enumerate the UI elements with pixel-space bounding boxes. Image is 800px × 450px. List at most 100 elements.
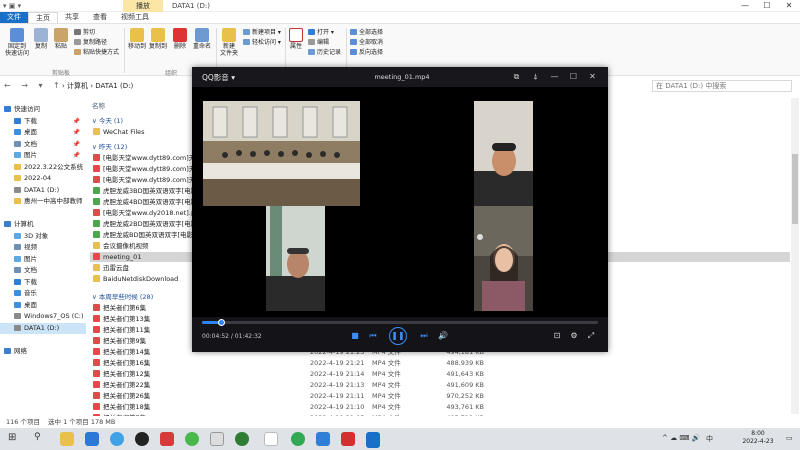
nav-item[interactable]: DATA1 (D:) xyxy=(0,322,86,334)
nav-item[interactable]: 3D 对象 xyxy=(0,231,86,242)
new-item-button[interactable]: 新建项目 ▾ xyxy=(243,29,281,36)
tab-play-context[interactable]: 播放 xyxy=(123,0,163,12)
browser-icon[interactable] xyxy=(110,432,124,446)
select-none-button[interactable]: 全部取消 xyxy=(350,39,383,46)
nav-item[interactable]: DATA1 (D:) xyxy=(0,185,86,196)
volume-icon[interactable]: 🔊 xyxy=(438,331,448,341)
ribbon-tab-3[interactable]: 查看 xyxy=(86,12,114,23)
pin-top-icon[interactable]: ⍋ xyxy=(526,70,545,84)
nav-item[interactable]: 视频 xyxy=(0,242,86,253)
previous-icon[interactable]: ⏮ xyxy=(368,331,378,341)
chrome-icon[interactable] xyxy=(235,432,249,446)
ribbon-tab-0[interactable]: 文件 xyxy=(0,12,28,23)
new-folder-button[interactable]: 新建 文件夹 xyxy=(218,28,240,57)
file-row[interactable]: 把关者们第26集 2022-4-19 21:11 MP4 文件 970,252 KB xyxy=(90,391,790,401)
settings-icon[interactable]: ⚙ xyxy=(569,331,579,341)
maximize-icon[interactable]: ☐ xyxy=(564,70,583,84)
quick-access-toolbar[interactable]: ▾ ▣ ▾ xyxy=(3,2,21,10)
start-button[interactable]: ⊞ xyxy=(8,432,16,443)
nav-item[interactable]: 桌面 xyxy=(0,300,86,311)
minimize-icon[interactable]: — xyxy=(734,0,756,12)
history-button[interactable]: 历史记录 xyxy=(308,49,341,56)
explorer-icon[interactable] xyxy=(60,432,74,446)
qq-player-icon[interactable] xyxy=(366,432,380,446)
nav-item[interactable]: 文档 xyxy=(0,265,86,276)
fullscreen-icon[interactable]: ⤢ xyxy=(586,331,596,341)
edit-button[interactable]: 编辑 xyxy=(308,39,329,46)
nav-item[interactable]: 文档 📌 xyxy=(0,139,86,150)
ribbon-tab-1[interactable]: 主页 xyxy=(28,12,58,23)
wechat-icon[interactable] xyxy=(185,432,199,446)
vertical-scrollbar[interactable] xyxy=(791,98,799,414)
nav-item[interactable]: 下载 xyxy=(0,277,86,288)
paste-button[interactable]: 粘贴 xyxy=(52,28,70,50)
nav-item[interactable]: 快速访问 xyxy=(0,104,86,115)
stop-icon[interactable]: ■ xyxy=(350,331,360,341)
address-bar[interactable]: › 计算机 › DATA1 (D:) xyxy=(62,81,192,92)
copy-path-button[interactable]: 复制路径 xyxy=(74,39,107,46)
notification-icon[interactable]: ▭ xyxy=(786,434,793,442)
close-icon[interactable]: ✕ xyxy=(583,70,602,84)
copy-to-button[interactable]: 复制到 xyxy=(148,28,168,50)
progress-bar[interactable] xyxy=(202,319,598,326)
screenshot-icon[interactable]: ⊡ xyxy=(552,331,562,341)
mini-mode-icon[interactable]: ⧉ xyxy=(507,70,526,84)
window-app-icon[interactable] xyxy=(210,432,224,446)
ie-green-icon[interactable] xyxy=(291,432,305,446)
maximize-icon[interactable]: ☐ xyxy=(756,0,778,12)
invert-selection-button[interactable]: 反向选择 xyxy=(350,49,383,56)
copy-button[interactable]: 复制 xyxy=(32,28,50,50)
pause-button[interactable]: ❚❚ xyxy=(389,327,407,345)
cut-button[interactable]: 剪切 xyxy=(74,29,95,36)
nav-item[interactable]: 惠州一中高中部教师 xyxy=(0,196,86,207)
group-header[interactable]: ∨ 昨天 (12) xyxy=(92,141,127,151)
file-row[interactable]: 把关者们第22集 2022-4-19 21:13 MP4 文件 491,609 KB xyxy=(90,380,790,390)
system-tray-icons[interactable]: ^ ☁ ⌨ 🔊 xyxy=(662,434,700,442)
ribbon-tab-2[interactable]: 共享 xyxy=(58,12,86,23)
pin-quick-access-button[interactable]: 固定到 快速访问 xyxy=(3,28,31,57)
minimize-icon[interactable]: — xyxy=(545,70,564,84)
wps-icon[interactable] xyxy=(341,432,355,446)
ribbon-tab-4[interactable]: 视频工具 xyxy=(114,12,156,23)
file-row[interactable]: 把关者们第18集 2022-4-19 21:10 MP4 文件 493,761 KB xyxy=(90,402,790,412)
nav-item[interactable]: 桌面 📌 xyxy=(0,127,86,138)
next-icon[interactable]: ⏭ xyxy=(419,331,429,341)
nav-item[interactable]: 音乐 xyxy=(0,288,86,299)
video-player-window[interactable]: QQ影音 ▾ meeting_01.mp4 ⧉ ⍋ — ☐ ✕ 00:04:52… xyxy=(192,67,608,352)
nav-item[interactable]: 网络 xyxy=(0,346,86,357)
close-icon[interactable]: ✕ xyxy=(778,0,800,12)
nav-item[interactable]: 计算机 xyxy=(0,219,86,230)
nav-item[interactable]: 2022.3.22公文系统 xyxy=(0,162,86,173)
mail-icon[interactable] xyxy=(85,432,99,446)
paste-shortcut-button[interactable]: 粘贴快捷方式 xyxy=(74,49,119,56)
scrollbar-thumb[interactable] xyxy=(792,154,798,224)
column-header-name[interactable]: 名称 xyxy=(92,100,105,110)
group-header[interactable]: ∨ 今天 (1) xyxy=(92,115,123,125)
nav-item[interactable]: 图片 📌 xyxy=(0,150,86,161)
select-all-button[interactable]: 全部选择 xyxy=(350,29,383,36)
rename-button[interactable]: 重命名 xyxy=(191,28,213,50)
nav-item[interactable]: 图片 xyxy=(0,254,86,265)
player-app-menu[interactable]: QQ影音 ▾ xyxy=(202,72,235,83)
group-header[interactable]: ∨ 本周早些时候 (28) xyxy=(92,291,153,301)
qq-icon[interactable] xyxy=(135,432,149,446)
properties-button[interactable]: 属性 xyxy=(287,28,305,50)
file-row[interactable]: 把关者们第16集 2022-4-19 21:21 MP4 文件 488,939 KB xyxy=(90,358,790,368)
file-row[interactable]: 把关者们第12集 2022-4-19 21:14 MP4 文件 491,643 KB xyxy=(90,369,790,379)
app-red-icon[interactable] xyxy=(160,432,174,446)
nav-item[interactable]: 2022-04 xyxy=(0,173,86,184)
delete-button[interactable]: 删除 xyxy=(171,28,189,50)
document-icon[interactable] xyxy=(264,432,278,446)
progress-knob[interactable] xyxy=(218,319,225,326)
bird-app-icon[interactable] xyxy=(316,432,330,446)
ime-indicator[interactable]: 中 xyxy=(706,434,713,444)
clock[interactable]: 8:00 2022-4-23 xyxy=(738,430,778,446)
search-input[interactable]: 在 DATA1 (D:) 中搜索 xyxy=(652,80,792,92)
nav-item[interactable]: 下载 📌 xyxy=(0,116,86,127)
nav-item[interactable]: Windows7_OS (C:) xyxy=(0,311,86,322)
move-to-button[interactable]: 移动到 xyxy=(127,28,147,50)
search-icon[interactable]: ⚲ xyxy=(34,432,41,442)
easy-access-button[interactable]: 轻松访问 ▾ xyxy=(243,39,281,46)
nav-buttons[interactable]: ← → ▾ ↑ xyxy=(4,81,64,90)
open-button[interactable]: 打开 ▾ xyxy=(308,29,334,36)
